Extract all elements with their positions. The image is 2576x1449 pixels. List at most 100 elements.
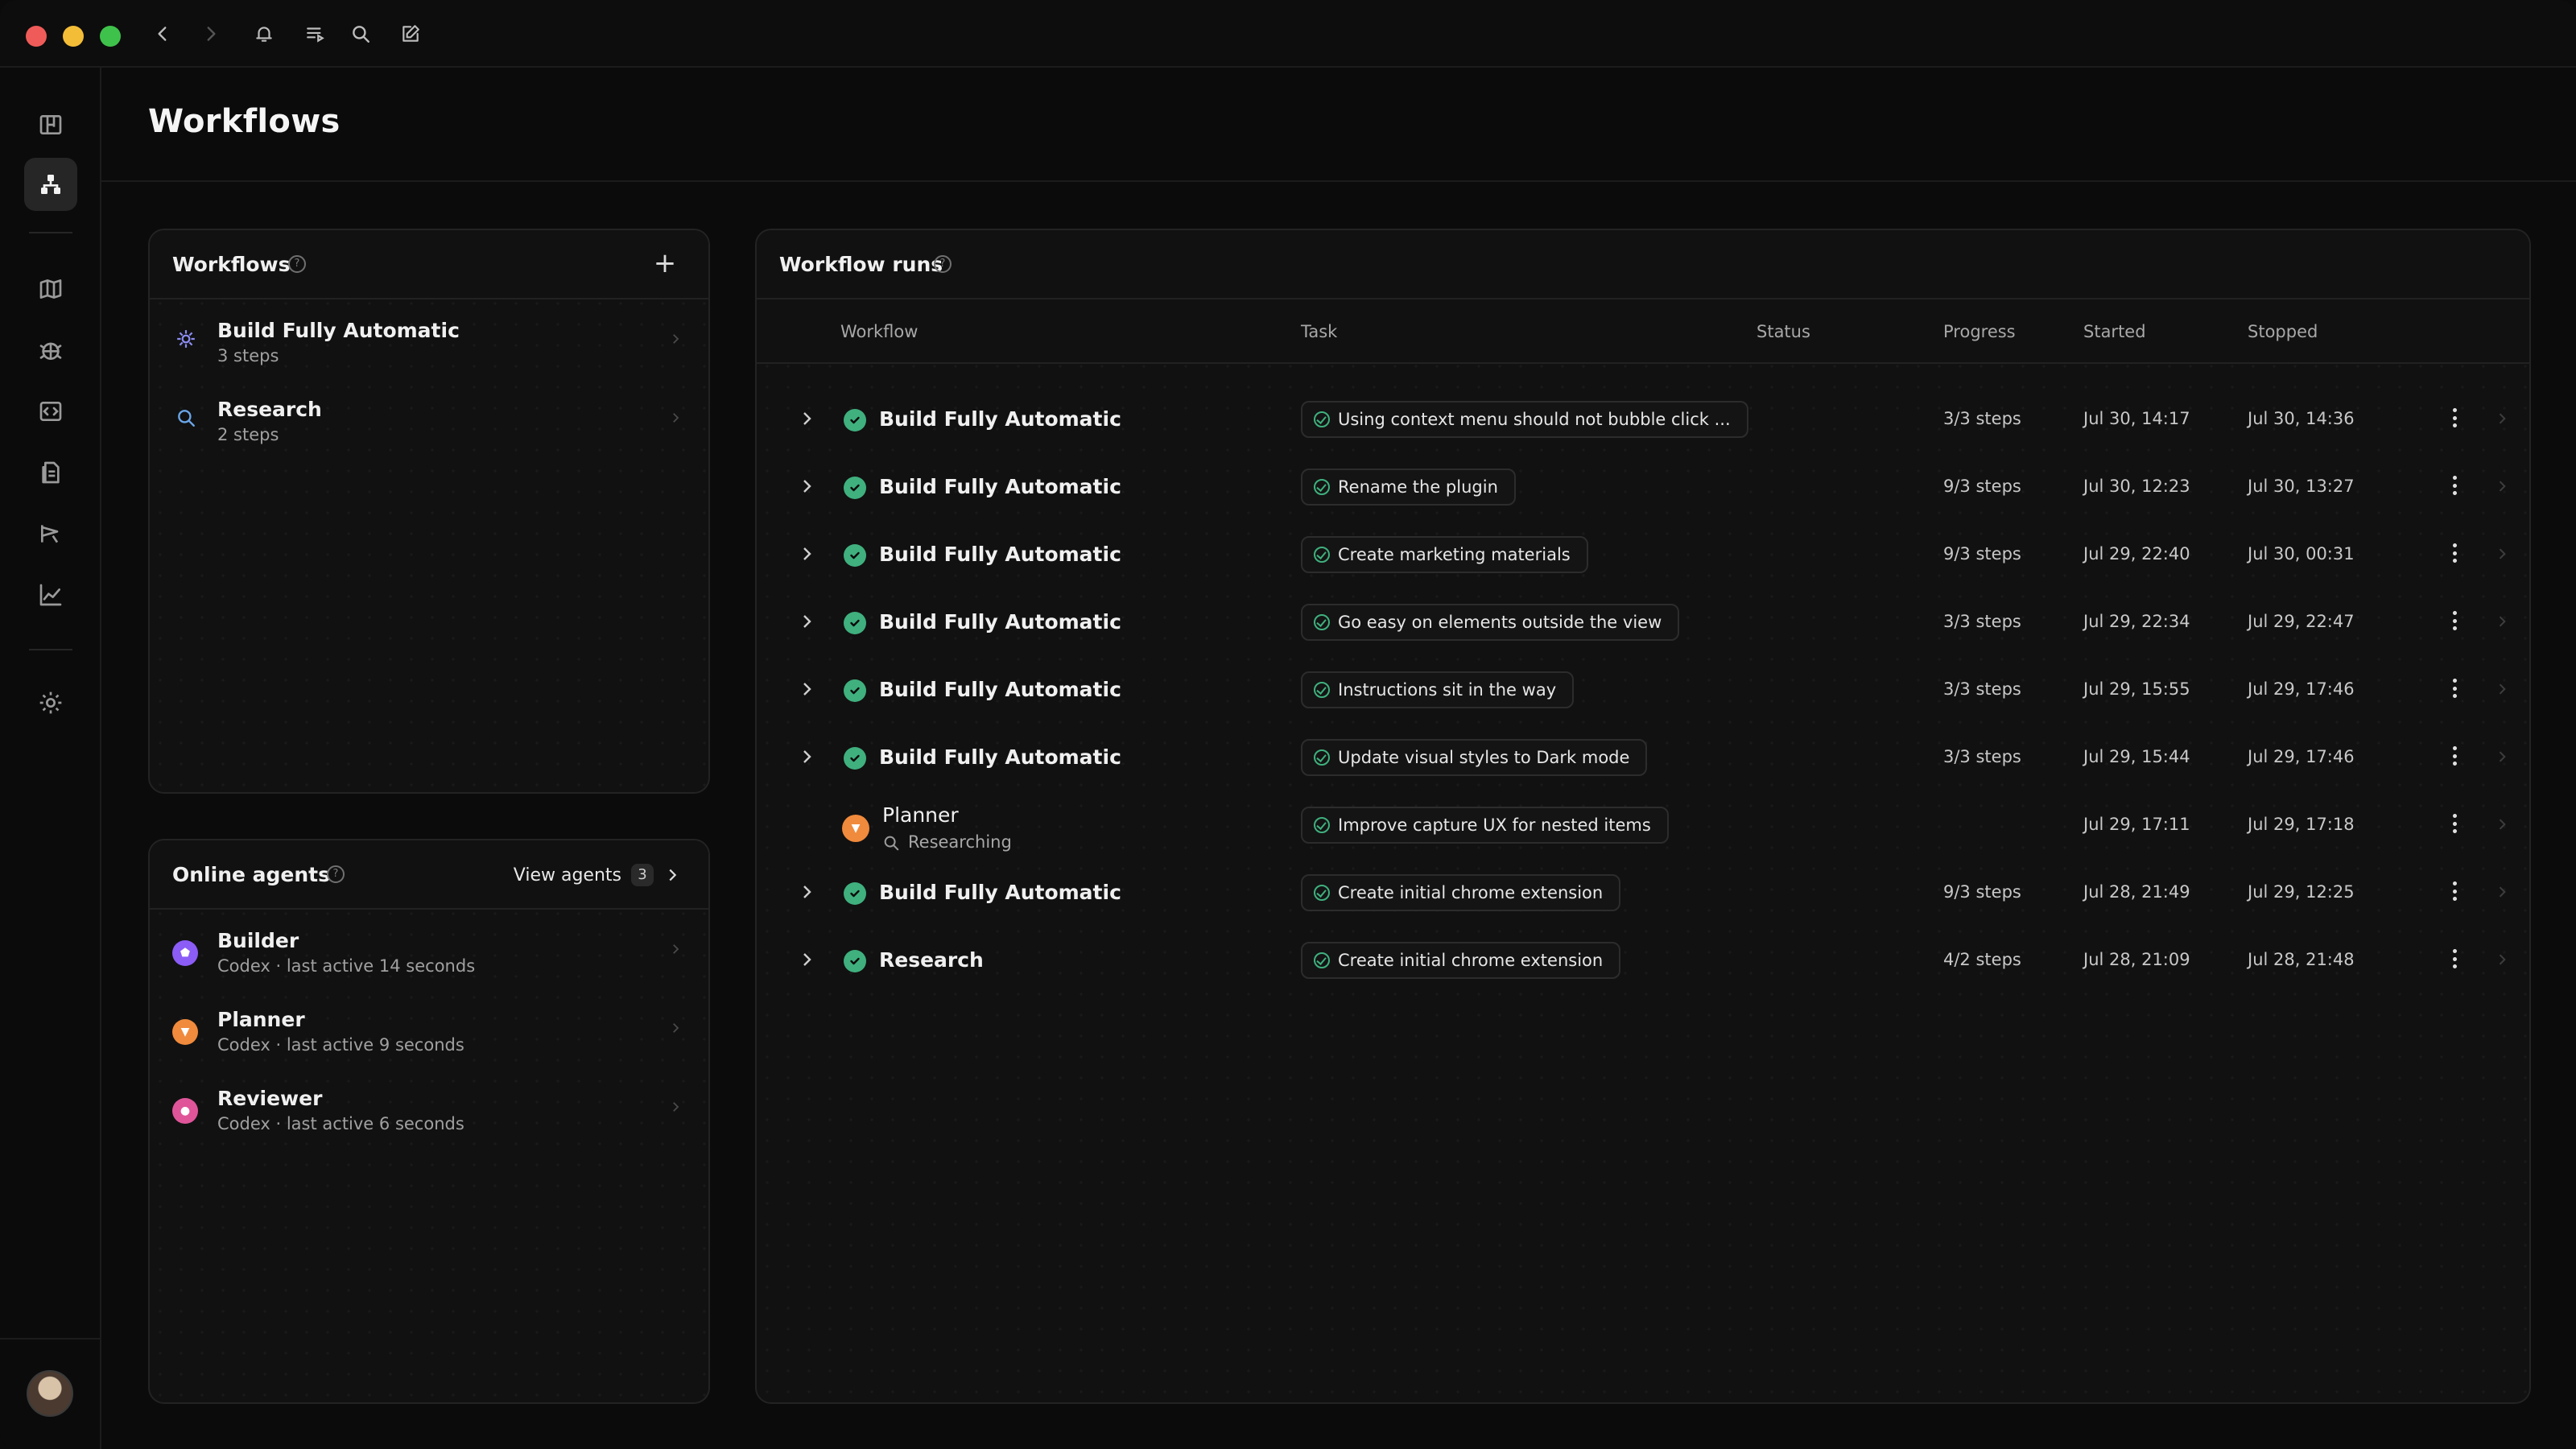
run-row[interactable]: Build Fully Automatic Instructions sit i…: [757, 655, 2529, 723]
column-stopped[interactable]: Stopped: [2248, 322, 2318, 341]
expand-chevron-icon[interactable]: [797, 679, 816, 699]
run-started: Jul 30, 14:17: [2083, 409, 2190, 428]
forward-icon[interactable]: [195, 18, 227, 50]
megaphone-icon[interactable]: [24, 507, 77, 560]
column-status[interactable]: Status: [1757, 322, 1810, 341]
task-chip[interactable]: Go easy on elements outside the view: [1301, 604, 1680, 641]
task-chip[interactable]: Using context menu should not bubble cli…: [1301, 401, 1748, 438]
search-icon[interactable]: [345, 18, 377, 50]
map-icon[interactable]: [24, 262, 77, 316]
expand-chevron-icon[interactable]: [797, 747, 816, 766]
task-chip[interactable]: Create initial chrome extension: [1301, 942, 1621, 979]
compose-icon[interactable]: [394, 18, 427, 50]
run-row[interactable]: Build Fully Automatic Rename the plugin …: [757, 452, 2529, 520]
run-stopped: Jul 28, 21:48: [2248, 950, 2355, 969]
agent-name: Builder: [217, 929, 299, 952]
search-icon: [175, 407, 196, 428]
chevron-right-icon[interactable]: [2494, 546, 2510, 562]
workflow-icon[interactable]: [24, 158, 77, 211]
more-options-icon[interactable]: [2449, 676, 2460, 700]
help-icon[interactable]: ?: [934, 255, 952, 273]
expand-chevron-icon[interactable]: [797, 882, 816, 902]
task-check-icon: [1314, 547, 1330, 563]
run-row[interactable]: Build Fully Automatic Go easy on element…: [757, 588, 2529, 655]
run-row[interactable]: Build Fully Automatic Using context menu…: [757, 385, 2529, 452]
close-window-button[interactable]: [26, 26, 47, 47]
more-options-icon[interactable]: [2449, 473, 2460, 497]
agent-name: Reviewer: [217, 1087, 323, 1110]
run-row[interactable]: Build Fully Automatic Update visual styl…: [757, 723, 2529, 791]
task-chip[interactable]: Update visual styles to Dark mode: [1301, 739, 1648, 776]
chevron-right-icon[interactable]: [2494, 613, 2510, 630]
docs-icon[interactable]: [24, 446, 77, 499]
agent-item-builder[interactable]: ⬟ Builder Codex · last active 14 seconds: [150, 911, 708, 990]
agent-status: Codex · last active 9 seconds: [217, 1035, 464, 1055]
run-progress: 9/3 steps: [1943, 544, 2021, 564]
more-options-icon[interactable]: [2449, 947, 2460, 971]
task-chip[interactable]: Improve capture UX for nested items: [1301, 807, 1669, 844]
more-options-icon[interactable]: [2449, 406, 2460, 430]
expand-chevron-icon[interactable]: [797, 409, 816, 428]
help-icon[interactable]: ?: [327, 865, 345, 883]
zoom-window-button[interactable]: [100, 26, 121, 47]
success-check-icon: [844, 882, 866, 905]
task-check-icon: [1314, 682, 1330, 698]
back-icon[interactable]: [147, 18, 179, 50]
run-stopped: Jul 29, 12:25: [2248, 882, 2355, 902]
run-started: Jul 30, 12:23: [2083, 477, 2190, 496]
search-icon: [884, 836, 899, 851]
run-stopped: Jul 30, 00:31: [2248, 544, 2355, 564]
run-progress: 3/3 steps: [1943, 612, 2021, 631]
chart-icon[interactable]: [24, 568, 77, 621]
chevron-right-icon[interactable]: [2494, 411, 2510, 427]
run-started: Jul 29, 17:11: [2083, 815, 2190, 834]
chevron-right-icon[interactable]: [2494, 816, 2510, 832]
run-row[interactable]: ▼ Planner Researching Improve capture UX…: [757, 791, 2529, 858]
bug-icon[interactable]: [24, 324, 77, 377]
agent-item-planner[interactable]: ▼ Planner Codex · last active 9 seconds: [150, 990, 708, 1069]
column-progress[interactable]: Progress: [1943, 322, 2016, 341]
more-options-icon[interactable]: [2449, 744, 2460, 768]
workflow-item-build-fully-automatic[interactable]: Build Fully Automatic 3 steps: [150, 301, 708, 380]
more-options-icon[interactable]: [2449, 541, 2460, 565]
bell-icon[interactable]: [248, 18, 280, 50]
settings-icon[interactable]: [24, 676, 77, 729]
agent-item-reviewer[interactable]: ● Reviewer Codex · last active 6 seconds: [150, 1069, 708, 1148]
more-options-icon[interactable]: [2449, 811, 2460, 836]
task-chip[interactable]: Rename the plugin: [1301, 469, 1516, 506]
add-workflow-button[interactable]: +: [650, 250, 679, 279]
run-row[interactable]: Build Fully Automatic Create marketing m…: [757, 520, 2529, 588]
task-label: Improve capture UX for nested items: [1338, 815, 1651, 835]
chevron-right-icon[interactable]: [2494, 478, 2510, 494]
column-task[interactable]: Task: [1301, 322, 1337, 341]
success-check-icon: [844, 477, 866, 499]
chevron-right-icon[interactable]: [2494, 884, 2510, 900]
task-chip[interactable]: Create marketing materials: [1301, 536, 1588, 573]
run-stopped: Jul 29, 17:46: [2248, 679, 2355, 699]
code-icon[interactable]: [24, 385, 77, 438]
app-window: Workflows Workflows ? + Build Fully Auto…: [0, 0, 2576, 1449]
column-workflow[interactable]: Workflow: [840, 322, 918, 341]
more-options-icon[interactable]: [2449, 609, 2460, 633]
minimize-window-button[interactable]: [63, 26, 84, 47]
column-started[interactable]: Started: [2083, 322, 2146, 341]
page-header: Workflows: [101, 68, 2576, 182]
run-row[interactable]: Build Fully Automatic Create initial chr…: [757, 858, 2529, 926]
expand-chevron-icon[interactable]: [797, 612, 816, 631]
workflow-item-research[interactable]: Research 2 steps: [150, 380, 708, 459]
task-chip[interactable]: Instructions sit in the way: [1301, 671, 1575, 708]
board-icon[interactable]: [24, 98, 77, 151]
expand-chevron-icon[interactable]: [797, 477, 816, 496]
chevron-right-icon[interactable]: [2494, 749, 2510, 765]
expand-chevron-icon[interactable]: [797, 544, 816, 564]
task-chip[interactable]: Create initial chrome extension: [1301, 874, 1621, 911]
help-icon[interactable]: ?: [288, 255, 306, 273]
more-options-icon[interactable]: [2449, 879, 2460, 903]
view-agents-button[interactable]: View agents 3: [514, 860, 681, 890]
avatar[interactable]: [27, 1370, 73, 1417]
run-row[interactable]: Research Create initial chrome extension…: [757, 926, 2529, 993]
chevron-right-icon[interactable]: [2494, 952, 2510, 968]
expand-chevron-icon[interactable]: [797, 950, 816, 969]
queue-icon[interactable]: [299, 18, 332, 50]
chevron-right-icon[interactable]: [2494, 681, 2510, 697]
